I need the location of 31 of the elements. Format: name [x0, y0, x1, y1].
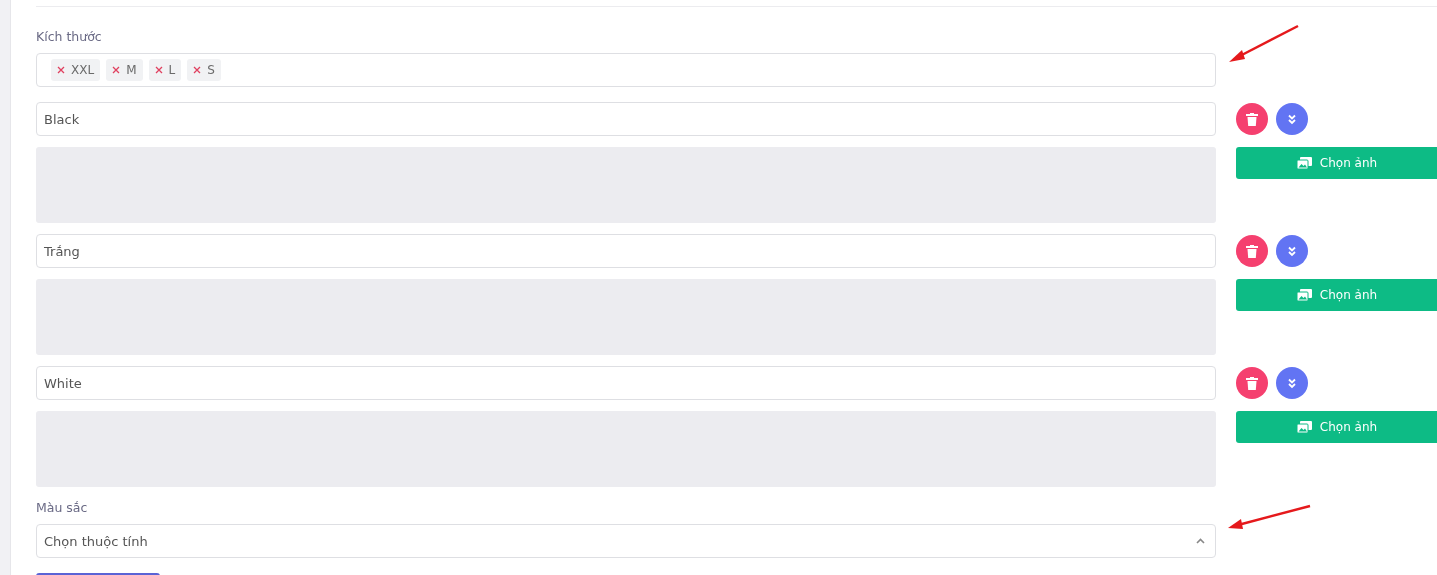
tag-label: M	[126, 63, 137, 77]
value-input[interactable]: Trắng	[36, 234, 1216, 268]
delete-button[interactable]	[1236, 235, 1268, 267]
delete-button[interactable]	[1236, 367, 1268, 399]
double-chevron-icon	[1287, 377, 1297, 389]
remove-icon[interactable]	[112, 66, 121, 74]
trash-icon	[1246, 112, 1258, 126]
trash-icon	[1246, 244, 1258, 258]
tag-label: XXL	[71, 63, 95, 77]
image-icon	[1296, 157, 1312, 169]
trash-icon	[1246, 376, 1258, 390]
attribute-select[interactable]: Chọn thuộc tính	[36, 524, 1216, 558]
field-label: Màu sắc	[36, 500, 89, 516]
value-input[interactable]: White	[36, 366, 1216, 400]
delete-button[interactable]	[1236, 103, 1268, 135]
expand-button[interactable]	[1276, 235, 1308, 267]
tag-label: L	[168, 63, 176, 77]
expand-button[interactable]	[1276, 103, 1308, 135]
remove-icon[interactable]	[57, 66, 65, 74]
double-chevron-icon	[1287, 245, 1297, 257]
expand-button[interactable]	[1276, 367, 1308, 399]
remove-icon[interactable]	[193, 66, 202, 74]
image-icon	[1296, 421, 1312, 433]
remove-icon[interactable]	[154, 66, 163, 74]
value-input[interactable]: Black	[36, 102, 1216, 136]
field-label: Kích thước	[36, 29, 103, 45]
image-icon	[1296, 289, 1312, 301]
tag-label: S	[207, 63, 215, 77]
caret-up-icon	[1196, 538, 1205, 544]
double-chevron-icon	[1287, 113, 1297, 125]
tag-input[interactable]: XXL M L S	[36, 53, 1216, 87]
